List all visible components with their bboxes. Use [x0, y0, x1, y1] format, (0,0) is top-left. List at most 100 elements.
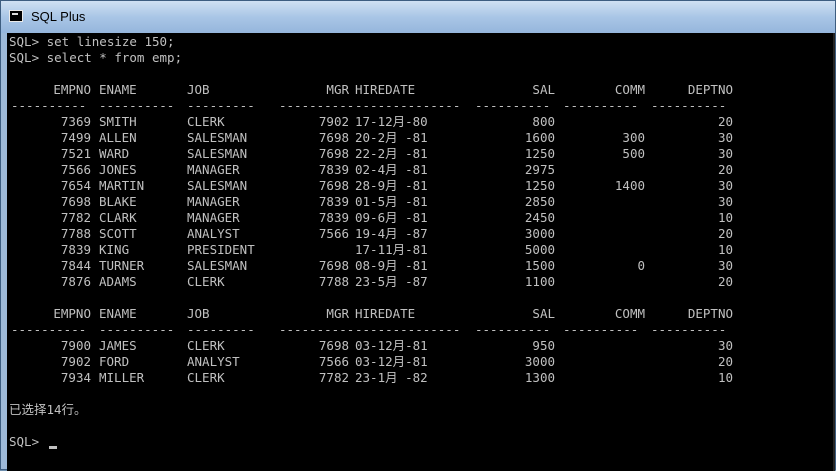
result-message: 已选择14行。: [9, 402, 87, 417]
cell-hiredate: 02-4月 -81: [355, 162, 428, 177]
cell-sal: 3000: [524, 226, 555, 241]
cell-ename: ADAMS: [99, 274, 137, 289]
column-header-sal: SAL: [532, 306, 555, 321]
cell-comm: 1400: [614, 178, 645, 193]
cell-mgr: 7698: [318, 130, 349, 145]
cell-sal: 1300: [524, 370, 555, 385]
cell-empno: 7876: [60, 274, 91, 289]
cell-sal: 1500: [524, 258, 555, 273]
cell-ename: SMITH: [99, 114, 137, 129]
cell-job: PRESIDENT: [187, 242, 255, 257]
cell-sal: 2850: [524, 194, 555, 209]
cell-sal: 2975: [524, 162, 555, 177]
console-icon: [9, 10, 23, 22]
cell-job: SALESMAN: [187, 178, 248, 193]
cell-mgr: 7698: [318, 258, 349, 273]
column-header-ename: ENAME: [99, 82, 137, 97]
cell-ename: JAMES: [99, 338, 137, 353]
cell-hiredate: 23-5月 -87: [355, 274, 428, 289]
cell-deptno: 20: [717, 354, 733, 369]
column-header-job: JOB: [187, 82, 210, 97]
cell-sal: 800: [532, 114, 555, 129]
text-cursor: [48, 446, 57, 449]
cell-ename: SCOTT: [99, 226, 137, 241]
separator: ----------: [99, 322, 175, 337]
column-header-job: JOB: [187, 306, 210, 321]
cell-job: ANALYST: [187, 354, 240, 369]
cell-deptno: 10: [717, 370, 733, 385]
cell-ename: FORD: [99, 354, 130, 369]
cell-comm: 0: [637, 258, 645, 273]
cell-mgr: 7698: [318, 146, 349, 161]
cell-deptno: 20: [717, 114, 733, 129]
cell-ename: MARTIN: [99, 178, 145, 193]
separator: ---------: [187, 322, 255, 337]
cell-ename: BLAKE: [99, 194, 137, 209]
separator: --------------: [355, 98, 461, 113]
cell-mgr: 7839: [318, 210, 349, 225]
cell-sal: 1250: [524, 178, 555, 193]
sql-command: SQL> set linesize 150;: [9, 34, 175, 49]
cell-sal: 2450: [524, 210, 555, 225]
cell-hiredate: 03-12月-81: [355, 338, 428, 353]
cell-hiredate: 22-2月 -81: [355, 146, 428, 161]
title-bar[interactable]: SQL Plus: [1, 1, 835, 33]
separator: ----------: [563, 322, 639, 337]
cell-hiredate: 17-11月-81: [355, 242, 428, 257]
cell-empno: 7788: [60, 226, 91, 241]
separator: ----------: [475, 98, 551, 113]
cell-sal: 3000: [524, 354, 555, 369]
sql-prompt: SQL>: [9, 434, 57, 450]
cell-empno: 7654: [60, 178, 91, 193]
cell-ename: KING: [99, 242, 130, 257]
column-header-deptno: DEPTNO: [687, 306, 733, 321]
cell-deptno: 30: [717, 194, 733, 209]
cell-hiredate: 20-2月 -81: [355, 130, 428, 145]
separator: ----------: [279, 98, 355, 113]
column-header-hiredate: HIREDATE: [355, 306, 416, 321]
cell-hiredate: 28-9月 -81: [355, 178, 428, 193]
console-output[interactable]: SQL> set linesize 150; SQL> select * from…: [7, 33, 835, 471]
cell-sal: 1600: [524, 130, 555, 145]
sqlplus-window: SQL Plus SQL> set linesize 150; SQL> sele…: [0, 0, 836, 471]
cell-empno: 7934: [60, 370, 91, 385]
column-header-sal: SAL: [532, 82, 555, 97]
cell-deptno: 20: [717, 162, 733, 177]
separator: ----------: [651, 322, 727, 337]
separator: ----------: [99, 98, 175, 113]
cell-ename: MILLER: [99, 370, 145, 385]
column-header-ename: ENAME: [99, 306, 137, 321]
column-header-mgr: MGR: [326, 82, 349, 97]
sql-command: SQL> select * from emp;: [9, 50, 183, 65]
cell-ename: CLARK: [99, 210, 137, 225]
separator: ---------: [187, 98, 255, 113]
cell-ename: WARD: [99, 146, 130, 161]
cell-mgr: 7566: [318, 354, 349, 369]
cell-hiredate: 23-1月 -82: [355, 370, 428, 385]
cell-deptno: 20: [717, 226, 733, 241]
cell-hiredate: 01-5月 -81: [355, 194, 428, 209]
cell-deptno: 30: [717, 130, 733, 145]
cell-job: SALESMAN: [187, 258, 248, 273]
cell-empno: 7698: [60, 194, 91, 209]
cell-sal: 950: [532, 338, 555, 353]
cell-hiredate: 03-12月-81: [355, 354, 428, 369]
cell-deptno: 20: [717, 274, 733, 289]
separator: ----------: [11, 322, 87, 337]
separator: ----------: [11, 98, 87, 113]
cell-empno: 7839: [60, 242, 91, 257]
cell-job: CLERK: [187, 338, 225, 353]
column-header-comm: COMM: [614, 306, 645, 321]
column-header-deptno: DEPTNO: [687, 82, 733, 97]
cell-deptno: 10: [717, 242, 733, 257]
cell-job: MANAGER: [187, 194, 240, 209]
cell-empno: 7902: [60, 354, 91, 369]
cell-job: SALESMAN: [187, 146, 248, 161]
cell-mgr: 7698: [318, 178, 349, 193]
scrollbar[interactable]: [833, 33, 835, 471]
cell-sal: 5000: [524, 242, 555, 257]
cell-hiredate: 17-12月-80: [355, 114, 428, 129]
cell-hiredate: 08-9月 -81: [355, 258, 428, 273]
column-header-empno: EMPNO: [53, 82, 91, 97]
cell-ename: JONES: [99, 162, 137, 177]
